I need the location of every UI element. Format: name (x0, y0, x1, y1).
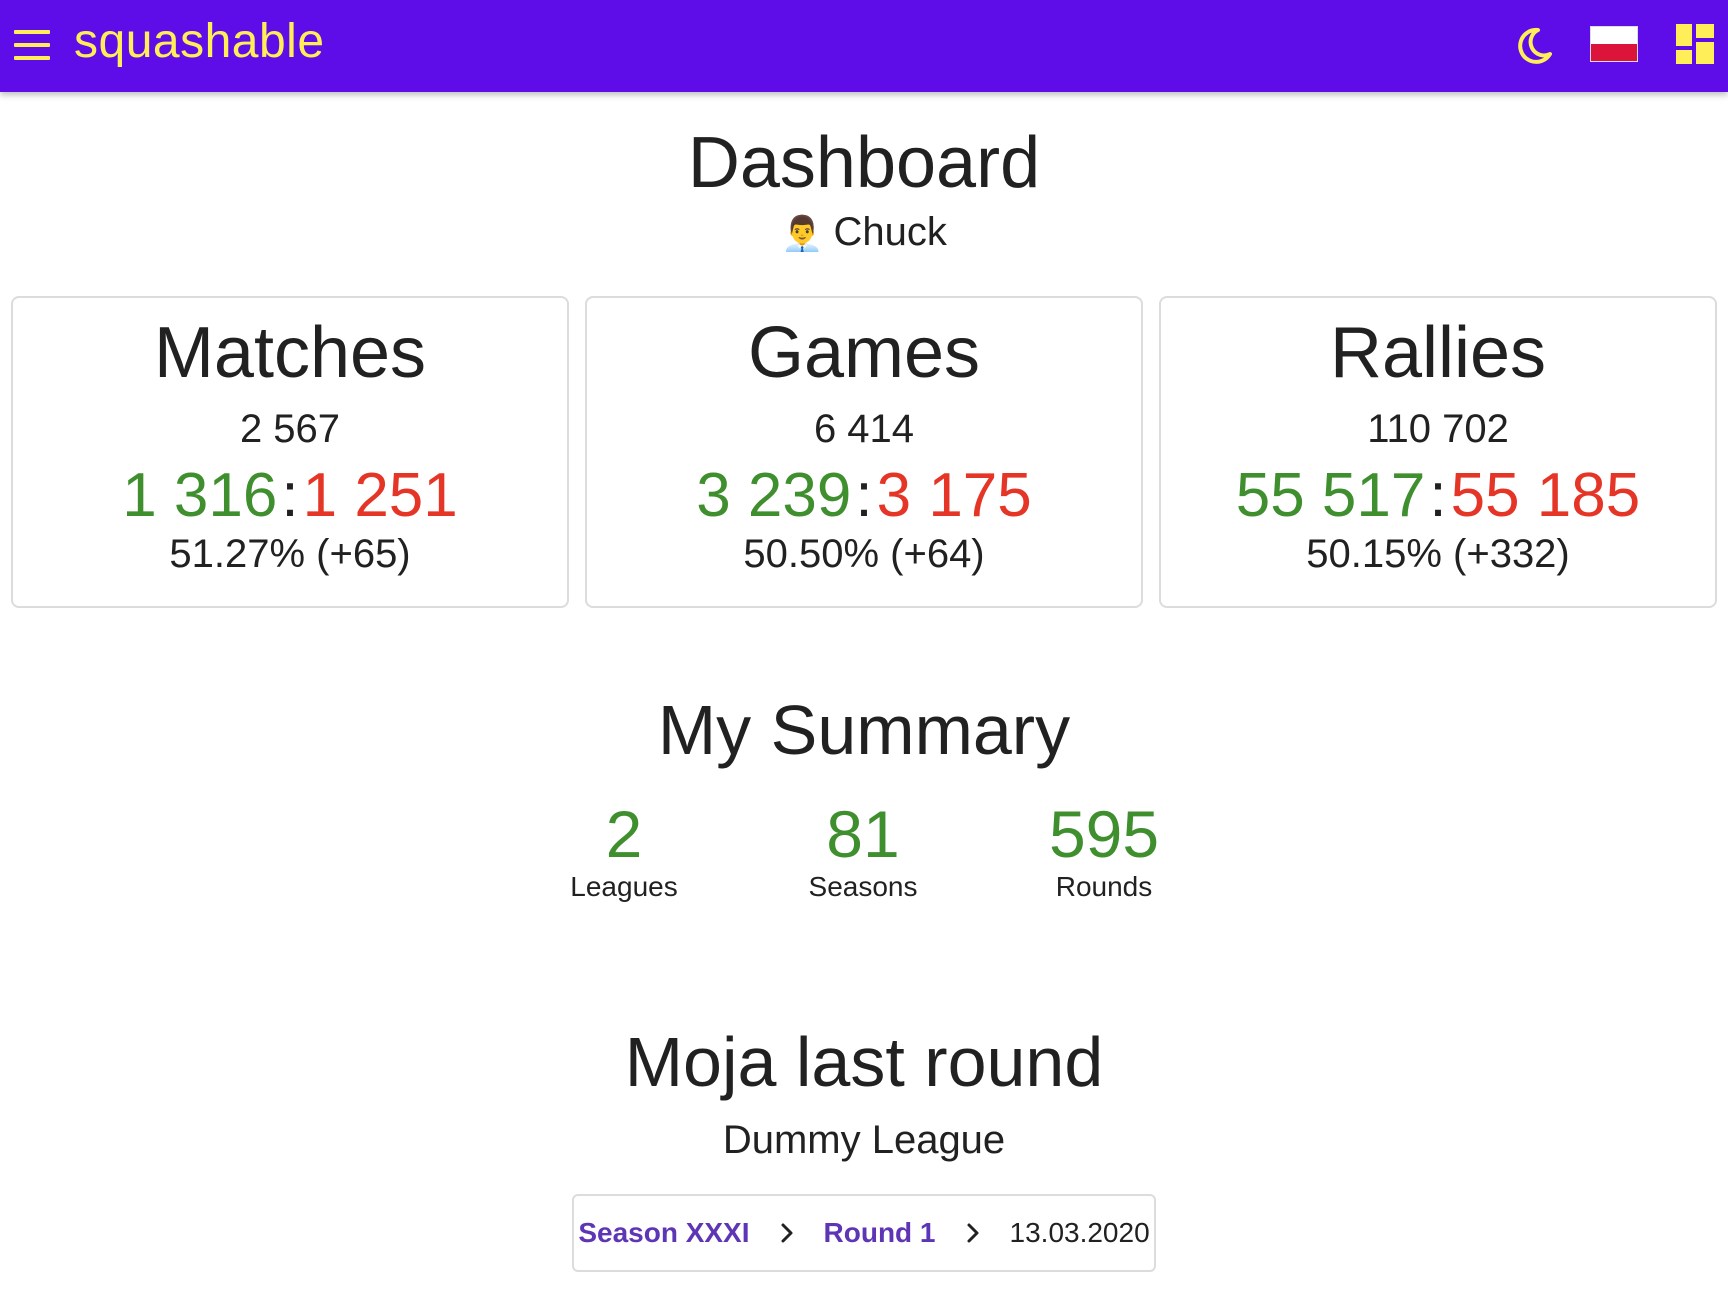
split-separator: : (1429, 460, 1447, 530)
page-title: Dashboard (687, 123, 1041, 203)
card-ratio: 51.27% (+65) (169, 531, 411, 576)
card-total: 2 567 (239, 406, 341, 451)
summary-value: 2 (605, 797, 643, 871)
card-split: 55 517:55 185 (1161, 460, 1715, 530)
summary-leagues[interactable]: 2 Leagues (534, 797, 714, 903)
breadcrumb-date: 13.03.2020 (1009, 1217, 1150, 1248)
lost-count: 1 251 (302, 460, 458, 530)
card-ratio: 50.50% (+64) (743, 531, 985, 576)
moon-icon[interactable] (1512, 24, 1556, 68)
league-name: Dummy League (722, 1118, 1006, 1162)
breadcrumb-season-link[interactable]: Season XXXI (578, 1217, 749, 1249)
app-brand[interactable]: squashable (74, 14, 325, 69)
rallies-card: Rallies 110 702 55 517:55 185 50.15% (+3… (1159, 296, 1717, 608)
lost-count: 55 185 (1450, 460, 1641, 530)
card-ratio: 50.15% (+332) (1306, 531, 1570, 576)
card-title: Matches (153, 313, 427, 393)
split-separator: : (281, 460, 299, 530)
user-name: Chuck (833, 210, 947, 254)
card-title: Games (747, 313, 981, 393)
user-line: 👨‍💼 Chuck (0, 210, 1728, 255)
summary-value: 595 (1048, 797, 1160, 871)
card-total: 6 414 (813, 406, 915, 451)
summary-value: 81 (826, 797, 900, 871)
card-total: 110 702 (1367, 406, 1509, 451)
menu-icon[interactable] (14, 30, 52, 60)
games-card: Games 6 414 3 239:3 175 50.50% (+64) (585, 296, 1143, 608)
won-count: 55 517 (1235, 460, 1426, 530)
summary-title: My Summary (657, 691, 1071, 769)
chevron-right-icon (781, 1223, 793, 1243)
last-round-title: Moja last round (624, 1023, 1104, 1101)
matches-card: Matches 2 567 1 316:1 251 51.27% (+65) (11, 296, 569, 608)
lost-count: 3 175 (876, 460, 1032, 530)
won-count: 3 239 (696, 460, 852, 530)
chevron-right-icon (967, 1223, 979, 1243)
summary-seasons[interactable]: 81 Seasons (773, 797, 953, 903)
breadcrumb: Season XXXI Round 1 13.03.2020 (572, 1194, 1156, 1272)
app-bar: squashable (0, 0, 1728, 92)
won-count: 1 316 (122, 460, 278, 530)
poland-flag-icon[interactable] (1590, 26, 1638, 62)
split-separator: : (855, 460, 873, 530)
summary-rounds[interactable]: 595 Rounds (1014, 797, 1194, 903)
dashboard-icon[interactable] (1676, 24, 1714, 64)
summary-label: Leagues (570, 871, 678, 903)
summary-label: Seasons (808, 871, 918, 903)
card-split: 3 239:3 175 (587, 460, 1141, 530)
card-title: Rallies (1329, 313, 1547, 393)
breadcrumb-round-link[interactable]: Round 1 (824, 1217, 936, 1249)
avatar: 👨‍💼 (781, 215, 824, 253)
summary-label: Rounds (1055, 871, 1153, 903)
card-split: 1 316:1 251 (13, 460, 567, 530)
